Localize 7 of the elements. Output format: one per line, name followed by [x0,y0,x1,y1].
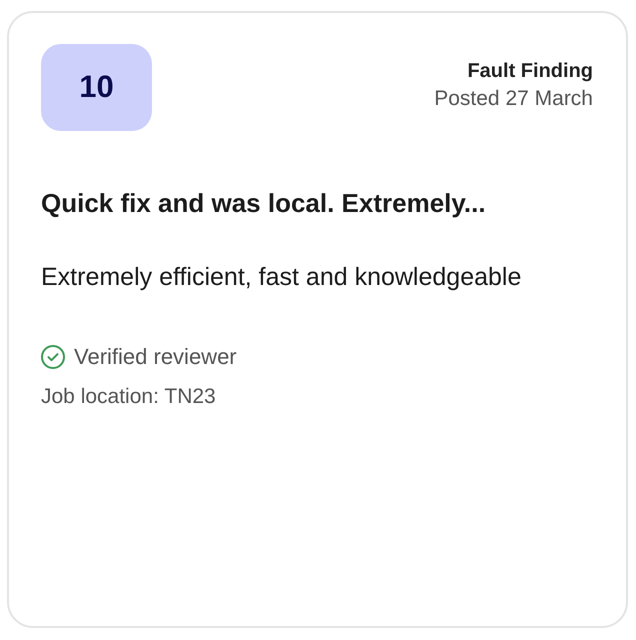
posted-date: Posted 27 March [434,86,593,112]
verified-label: Verified reviewer [74,343,237,371]
review-text: Extremely efficient, fast and knowledgeable [41,262,522,293]
job-category: Fault Finding [467,59,593,84]
job-location: Job location: TN23 [41,384,216,410]
score-badge: 10 [41,44,152,131]
review-title: Quick fix and was local. Extremely... [41,187,486,220]
